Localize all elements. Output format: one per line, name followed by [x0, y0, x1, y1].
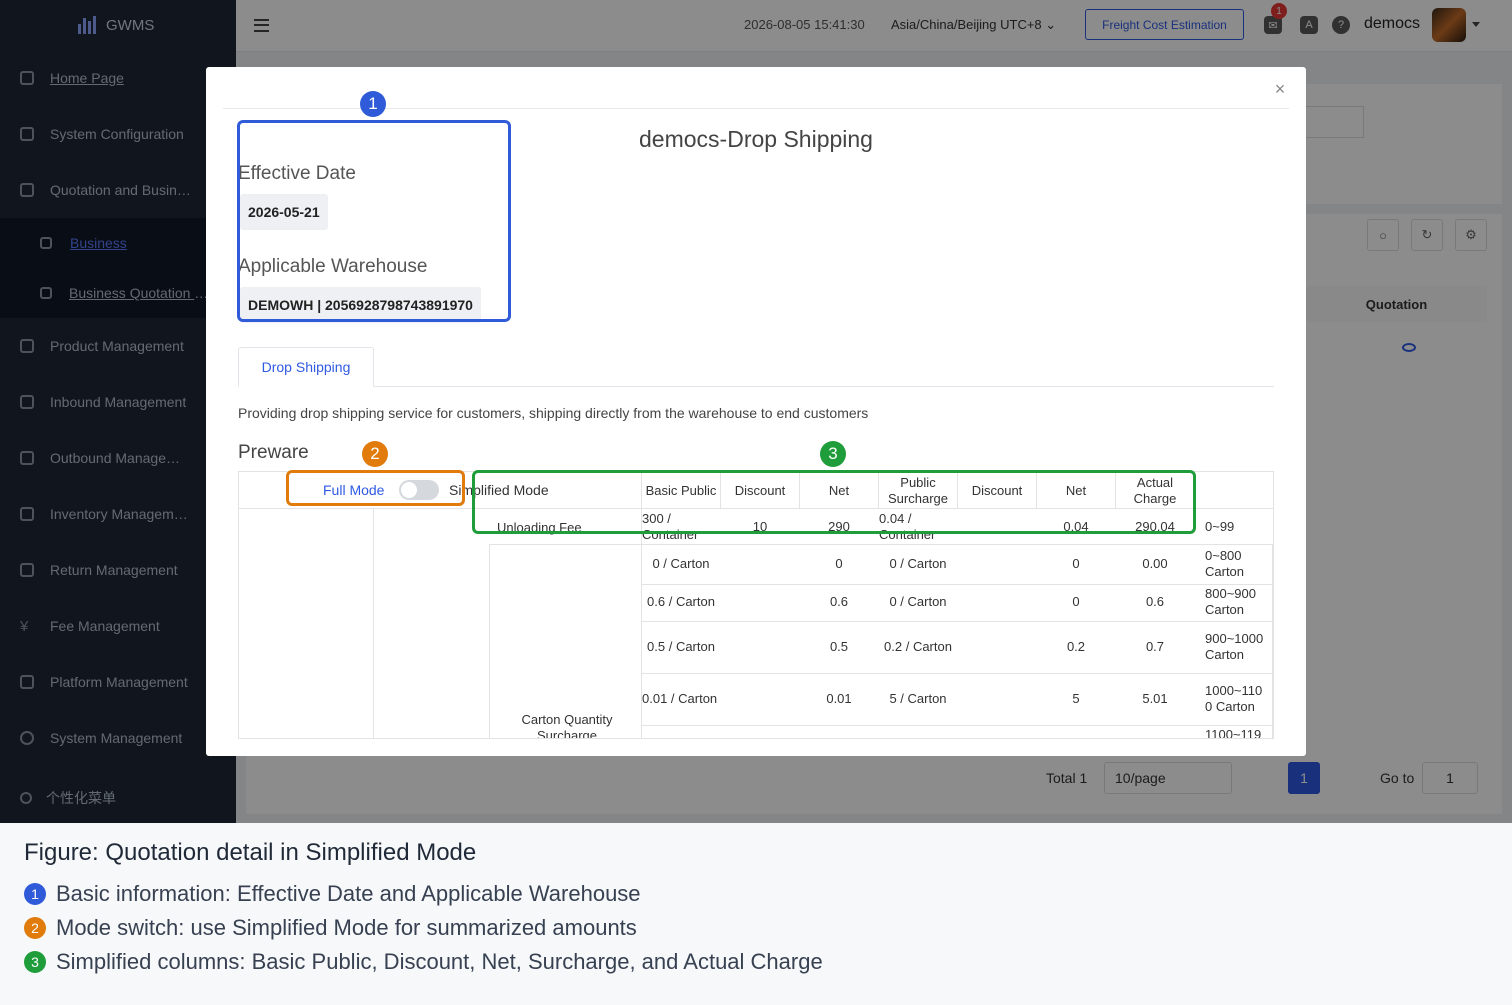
- table-cell: 0.7: [1145, 639, 1165, 654]
- column-divider: [489, 544, 490, 738]
- tab-drop-shipping[interactable]: Drop Shipping: [238, 347, 374, 387]
- annotation-box-1: [237, 120, 511, 322]
- table-cell: 0.5 / Carton: [647, 639, 715, 654]
- close-icon[interactable]: ×: [1272, 80, 1288, 98]
- tab-underline: [374, 386, 1274, 387]
- caption-item: 2 Mode switch: use Simplified Mode for su…: [24, 915, 637, 941]
- table-cell: 0.6: [1145, 594, 1165, 609]
- caption-text: Mode switch: use Simplified Mode for sum…: [56, 915, 637, 940]
- caption-title: Figure: Quotation detail in Simplified M…: [24, 839, 477, 866]
- table-cell: 0.5: [829, 639, 849, 654]
- row-divider: [489, 544, 1273, 545]
- table-cell: 0.2: [1066, 639, 1086, 654]
- caption-marker-2: 2: [24, 917, 46, 939]
- figure-caption: Figure: Quotation detail in Simplified M…: [0, 823, 1512, 1005]
- table-cell: 900~1000 Carton: [1205, 631, 1264, 662]
- row-divider: [641, 725, 1273, 726]
- table-cell: 0: [1072, 556, 1080, 571]
- quotation-detail-modal: × democs-Drop Shipping Effective Date 20…: [206, 67, 1306, 756]
- annotation-marker-3: 3: [820, 441, 846, 467]
- table-cell: 0.6 / Carton: [647, 594, 715, 609]
- annotation-marker-1: 1: [360, 91, 386, 117]
- caption-text: Simplified columns: Basic Public, Discou…: [56, 949, 823, 974]
- caption-text: Basic information: Effective Date and Ap…: [56, 881, 641, 906]
- column-divider: [373, 508, 374, 738]
- table-cell: 0~800 Carton: [1205, 548, 1245, 579]
- table-cell: 0 / Carton: [889, 594, 947, 609]
- column-divider: [1272, 544, 1273, 738]
- caption-marker-3: 3: [24, 951, 46, 973]
- table-cell: 0.2 / Carton: [884, 639, 952, 654]
- service-description: Providing drop shipping service for cust…: [238, 405, 869, 421]
- app-window: GWMS Home Page System Configuration Quot…: [0, 0, 1512, 823]
- annotation-box-2: [286, 470, 465, 506]
- table-cell: 5.01: [1142, 691, 1168, 706]
- caption-item: 1 Basic information: Effective Date and A…: [24, 881, 641, 907]
- annotation-box-3: [472, 470, 1196, 534]
- table-cell: 5 / Carton: [889, 691, 947, 706]
- table-cell: 1100~119: [1205, 727, 1262, 739]
- fee-name-carton: Carton Quantity Surcharge: [521, 712, 613, 739]
- table-cell: 0: [1072, 594, 1080, 609]
- caption-item: 3 Simplified columns: Basic Public, Disco…: [24, 949, 823, 975]
- caption-marker-1: 1: [24, 883, 46, 905]
- table-cell: 5: [1072, 691, 1080, 706]
- annotation-marker-2: 2: [362, 441, 388, 467]
- section-title: Preware: [238, 442, 309, 463]
- table-cell: 1000~1100 Carton: [1205, 683, 1263, 714]
- table-cell: 0 / Carton: [889, 556, 947, 571]
- table-cell: 0.6: [829, 594, 849, 609]
- table-cell: 0.00: [1142, 556, 1168, 571]
- table-cell: 0.01: [826, 691, 852, 706]
- table-cell: 0~99: [1205, 519, 1235, 534]
- table-cell: 800~900 Carton: [1205, 586, 1256, 617]
- table-cell: 0.01 / Carton: [642, 691, 718, 706]
- table-cell: 0: [835, 556, 843, 571]
- table-cell: 0 / Carton: [652, 556, 710, 571]
